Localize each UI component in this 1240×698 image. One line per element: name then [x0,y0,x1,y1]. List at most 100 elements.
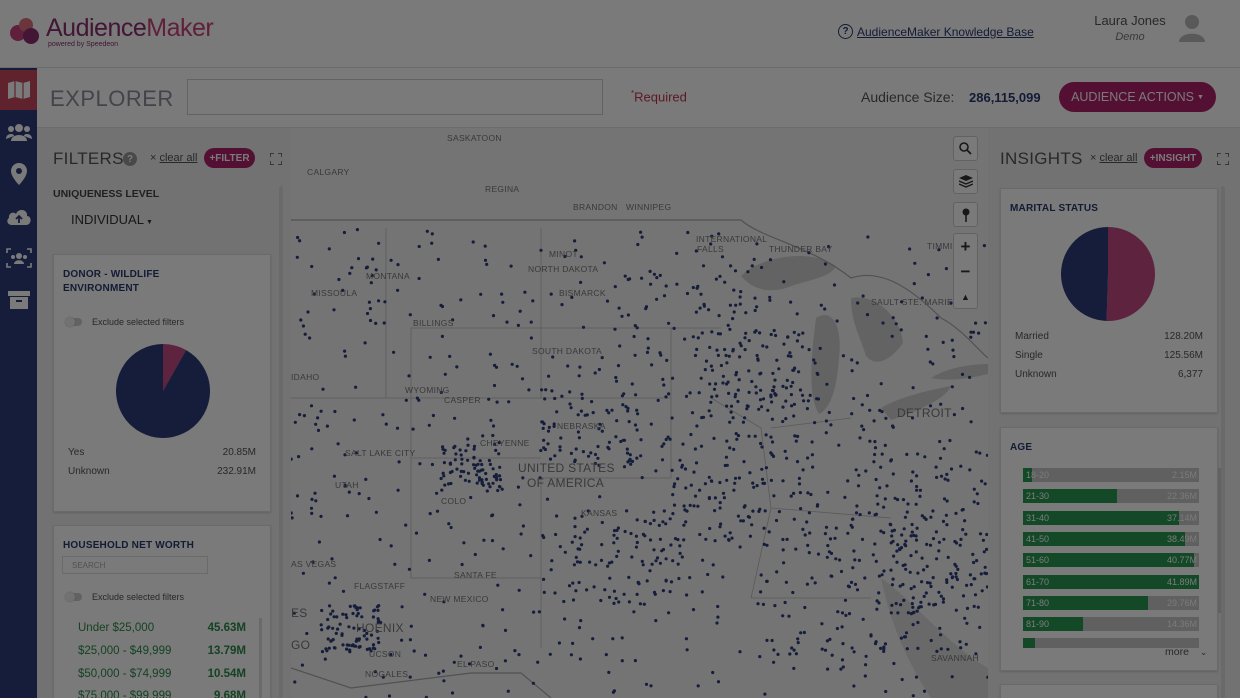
donor-pie-chart [116,344,210,438]
density-dot [865,313,870,317]
networth-option[interactable]: $75,000 - $99,999 9.68M [78,690,246,698]
density-dot [964,532,968,536]
zoom-in-button[interactable]: + [954,234,977,259]
density-dot [387,694,392,698]
density-dot [505,320,509,324]
density-dot [829,423,833,427]
audience-name-input[interactable] [187,79,603,115]
age-scrollbar[interactable] [1218,468,1221,613]
map-label: FALLS [697,244,725,254]
cloud-upload-icon[interactable] [0,196,37,236]
density-dot [364,477,368,481]
avatar-icon[interactable] [1178,12,1206,42]
zoom-controls: + − ▲ [953,233,978,309]
networth-option[interactable]: $25,000 - $49,999 13.79M [78,645,246,657]
density-dot [555,410,559,414]
pie-slice[interactable] [1061,227,1108,321]
age-bar-row[interactable]: 18-20 2.15M [1023,468,1199,482]
density-dot [786,335,790,339]
density-dot [309,404,314,408]
map-icon[interactable] [0,70,37,110]
uniqueness-dropdown[interactable]: INDIVIDUAL ▼ [71,212,153,227]
exclude-toggle[interactable] [65,317,82,327]
map-canvas[interactable] [291,128,988,698]
reset-north-button[interactable]: ▲ [954,284,977,309]
filters-scrollbar[interactable] [279,186,283,698]
density-dot [408,675,412,679]
density-dot [546,442,550,446]
density-dot [692,470,696,474]
audience-map[interactable]: SASKATOON CALGARY REGINA BRANDON WINNIPE… [291,128,988,698]
density-dot [334,631,338,635]
add-insight-button[interactable]: +INSIGHT [1144,148,1202,168]
help-icon[interactable]: ? [123,152,137,166]
density-dot [915,488,919,492]
user-menu[interactable]: Laura Jones Demo [1094,13,1166,43]
map-layers-button[interactable] [953,169,978,194]
networth-search-input[interactable]: SEARCH [62,556,208,574]
density-dot [968,375,972,379]
density-dot [959,537,963,541]
filters-clear-all[interactable]: × clear all [150,152,197,164]
age-bar-row[interactable]: 51-60 40.77M [1023,553,1199,568]
knowledge-base-link[interactable]: ? AudienceMaker Knowledge Base [838,24,1034,39]
density-dot [950,675,954,679]
networth-option[interactable]: Under $25,000 45.63M [78,622,246,634]
density-dot [809,492,813,497]
location-pin-icon[interactable] [0,154,37,194]
density-dot [576,413,580,417]
density-dot [902,598,906,602]
density-dot [640,276,644,280]
density-dot [797,370,801,374]
add-filter-button[interactable]: +FILTER [204,148,255,168]
exclude-toggle-row[interactable]: Exclude selected filters [65,317,184,327]
age-bar-row[interactable]: 81-90 14.36M [1023,617,1199,632]
marital-legend-row[interactable]: Single 125.56M [1015,350,1203,361]
density-dot [693,494,698,498]
age-bar-row[interactable]: 71-80 29.76M [1023,595,1199,610]
insights-clear-all[interactable]: × clear all [1090,152,1137,164]
density-dot [714,277,718,281]
marital-legend-row[interactable]: Unknown 6,377 [1015,369,1203,380]
density-dot [329,612,333,616]
map-pin-button[interactable] [953,202,978,227]
density-dot [765,543,769,547]
density-dot [452,660,456,664]
age-bar-row[interactable]: 61-70 41.89M [1023,574,1199,589]
exclude-toggle[interactable] [65,592,82,602]
zoom-out-button[interactable]: − [954,259,977,284]
audience-size-value: 286,115,099 [969,90,1041,105]
density-dot [931,509,935,513]
density-dot [635,408,639,412]
networth-scrollbar[interactable] [259,618,262,698]
density-dot [792,368,796,372]
exclude-toggle-row[interactable]: Exclude selected filters [65,592,184,602]
insights-scrollbar[interactable] [1221,186,1225,698]
audience-group-icon[interactable] [0,238,37,278]
density-dot [937,549,941,553]
expand-icon[interactable] [269,152,283,166]
people-icon[interactable] [0,112,37,152]
density-dot [442,679,446,683]
app-logo[interactable]: AudienceMaker powered by Speedeon [10,16,214,48]
expand-icon[interactable] [1216,152,1230,166]
age-bar-row[interactable]: 31-40 37.14M [1023,510,1199,525]
pie-slice[interactable] [1106,227,1155,321]
age-more-link[interactable]: more ⌄ [1165,646,1207,658]
pie-slice[interactable] [116,344,210,438]
density-dot [345,647,349,651]
knowledge-base-label[interactable]: AudienceMaker Knowledge Base [857,25,1034,39]
donor-legend-row[interactable]: Yes 20.85M [68,447,256,458]
density-dot [873,452,877,457]
marital-legend-row[interactable]: Married 128.20M [1015,331,1203,342]
density-dot [629,531,633,536]
density-dot [605,299,610,303]
archive-icon[interactable] [0,280,37,320]
age-bar-row[interactable]: 41-50 38.49M [1023,531,1199,546]
networth-option[interactable]: $50,000 - $74,999 10.54M [78,668,246,680]
age-bar-row[interactable]: 21-30 22.36M [1023,489,1199,504]
map-label: SOUTH DAKOTA [532,346,603,356]
map-search-button[interactable] [953,136,978,161]
donor-legend-row[interactable]: Unknown 232.91M [68,466,256,477]
audience-actions-button[interactable]: AUDIENCE ACTIONS ▼ [1059,82,1216,112]
